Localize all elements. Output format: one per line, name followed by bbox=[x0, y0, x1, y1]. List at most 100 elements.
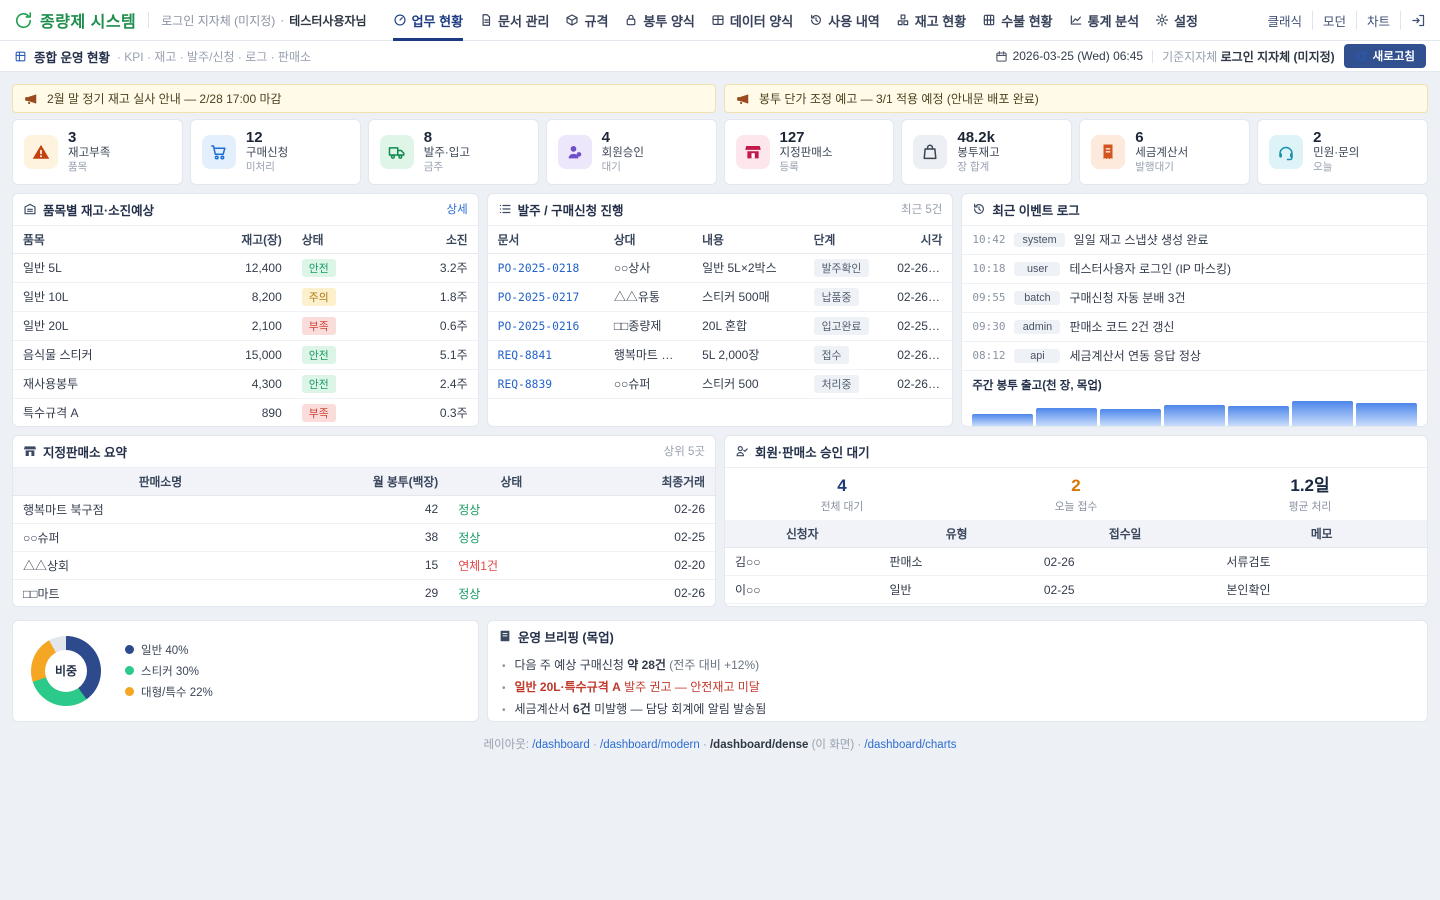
weekly-bar bbox=[1036, 408, 1097, 426]
stores-panel-header: 지정판매소 요약 상위 5곳 bbox=[13, 436, 715, 468]
event-text: 세금계산서 연동 응답 정상 bbox=[1069, 347, 1200, 364]
last-trade-date: 02-25 bbox=[575, 523, 715, 551]
nav-item-수불 현황[interactable]: 수불 현황 bbox=[982, 0, 1052, 41]
nav-item-통계 분석[interactable]: 통계 분석 bbox=[1069, 0, 1139, 41]
nav-item-재고 현황[interactable]: 재고 현황 bbox=[896, 0, 966, 41]
kpi-value: 48.2k bbox=[957, 129, 999, 146]
footer: 레이아웃: /dashboard · /dashboard/modern · /… bbox=[0, 736, 1440, 752]
last-trade-date: 02-26 bbox=[575, 579, 715, 607]
dashboard-page: 종량제 시스템 로그인 지자체 (미지정) · 테스터사용자님 업무 현황문서 … bbox=[0, 0, 1440, 752]
main-menu: 업무 현황 문서 관리 규격 봉투 양식 데이터 양식 사용 내역 재고 현황 수불 현황 통계… bbox=[393, 0, 1198, 41]
legend-label: 일반 40% bbox=[141, 642, 188, 658]
memo: 주소불일치 bbox=[1216, 604, 1427, 607]
store-name: 행복마트 북구점 bbox=[13, 495, 308, 523]
store-status: 정상 bbox=[448, 579, 574, 607]
partner-cell: ○○슈퍼 bbox=[604, 369, 692, 398]
time-cell: 02-26 09:12 bbox=[887, 340, 952, 369]
column-header: 품목 bbox=[13, 226, 190, 254]
kpi-card-봉투재고[interactable]: 48.2k봉투재고장 합계 bbox=[901, 119, 1072, 185]
nav-item-봉투 양식[interactable]: 봉투 양식 bbox=[624, 0, 694, 41]
stores-panel: 지정판매소 요약 상위 5곳 판매소명월 봉투(백장)상태최종거래 행복마트 북… bbox=[12, 435, 716, 607]
footer-layout-link[interactable]: /dashboard/charts bbox=[861, 739, 956, 751]
refresh-label: 새로고침 bbox=[1373, 48, 1415, 64]
document-link[interactable]: REQ-8839 bbox=[498, 378, 552, 391]
document-link[interactable]: PO-2025-0218 bbox=[498, 262, 580, 275]
event-tag-badge: user bbox=[1014, 262, 1060, 276]
kpi-card-구매신청[interactable]: 12구매신청미처리 bbox=[190, 119, 361, 185]
nav-item-업무 현황[interactable]: 업무 현황 bbox=[393, 0, 463, 41]
kpi-card-지정판매소[interactable]: 127지정판매소등록 bbox=[724, 119, 895, 185]
status-badge: 안전 bbox=[302, 375, 336, 393]
divider bbox=[148, 12, 149, 28]
document-link[interactable]: REQ-8841 bbox=[498, 349, 552, 362]
stage-badge: 납품중 bbox=[814, 288, 860, 306]
approval-stat: 4전체 대기 bbox=[725, 476, 959, 514]
event-log-row: 09:30admin판매소 코드 2건 갱신 bbox=[962, 313, 1427, 342]
kpi-card-세금계산서[interactable]: 6세금계산서발행대기 bbox=[1079, 119, 1250, 185]
orders-panel-title: 발주 / 구매신청 진행 bbox=[518, 200, 624, 219]
share-donut-chart: 비중 bbox=[31, 636, 101, 706]
kpi-card-회원승인[interactable]: 4회원승인대기 bbox=[546, 119, 717, 185]
stock-detail-link[interactable]: 상세 bbox=[446, 201, 467, 217]
store-name: □□마트 bbox=[13, 579, 308, 607]
kpi-sublabel: 품목 bbox=[68, 161, 110, 175]
user-icon bbox=[558, 135, 592, 169]
layout-link-차트[interactable]: 차트 bbox=[1357, 11, 1401, 30]
event-tag-badge: system bbox=[1014, 233, 1064, 247]
layout-link-클래식[interactable]: 클래식 bbox=[1257, 11, 1313, 30]
current-datetime: 2026-03-25 (Wed) 06:45 bbox=[995, 49, 1144, 63]
megaphone-icon bbox=[24, 92, 38, 106]
brand[interactable]: 종량제 시스템 bbox=[14, 8, 136, 32]
item-name: 재사용봉투 bbox=[13, 369, 190, 398]
nav-item-문서 관리[interactable]: 문서 관리 bbox=[479, 0, 549, 41]
chart-icon bbox=[1069, 13, 1083, 27]
approval-stat: 1.2일평균 처리 bbox=[1193, 476, 1427, 514]
stores-table-head: 판매소명월 봉투(백장)상태최종거래 bbox=[13, 468, 715, 496]
document-link[interactable]: PO-2025-0217 bbox=[498, 291, 580, 304]
events-panel: 최근 이벤트 로그 10:42system일일 재고 스냅샷 생성 완료10:1… bbox=[961, 193, 1428, 427]
kpi-card-재고부족[interactable]: 3재고부족품목 bbox=[12, 119, 183, 185]
kpi-text: 127지정판매소등록 bbox=[780, 129, 833, 175]
content-cell: 스티커 500매 bbox=[692, 282, 804, 311]
weekly-bar bbox=[1292, 401, 1353, 426]
nav-item-데이터 양식[interactable]: 데이터 양식 bbox=[711, 0, 793, 41]
kpi-sublabel: 발행대기 bbox=[1135, 161, 1188, 175]
nav-item-label: 통계 분석 bbox=[1088, 11, 1139, 30]
clock-icon bbox=[972, 202, 986, 216]
footer-layout-link[interactable]: /dashboard/modern bbox=[597, 739, 700, 751]
applicant-type: 일반 bbox=[879, 576, 1033, 604]
logout-icon[interactable] bbox=[1401, 13, 1426, 28]
notice-text: 봉투 단가 조정 예고 — 3/1 적용 예정 (안내문 배포 완료) bbox=[759, 90, 1039, 107]
table-icon bbox=[711, 13, 725, 27]
received-date: 02-26 bbox=[1034, 548, 1217, 576]
headset-icon bbox=[1269, 135, 1303, 169]
nav-item-label: 문서 관리 bbox=[498, 11, 549, 30]
nav-item-규격[interactable]: 규격 bbox=[565, 0, 608, 41]
notice-text: 2월 말 정기 재고 실사 안내 — 2/28 17:00 마감 bbox=[47, 90, 282, 107]
doc-cell: PO-2025-0216 bbox=[488, 311, 604, 340]
panel-row-1: 품목별 재고·소진예상 상세 품목재고(장)상태소진 일반 5L12,400안전… bbox=[12, 193, 1428, 427]
table-row: ○○슈퍼38정상02-25 bbox=[13, 523, 715, 551]
event-text: 판매소 코드 2건 갱신 bbox=[1069, 318, 1174, 335]
applicant-name: 김○○ bbox=[725, 548, 879, 576]
base-org-value: 로그인 지자체 (미지정) bbox=[1221, 50, 1335, 64]
stock-table-head: 품목재고(장)상태소진 bbox=[13, 226, 478, 254]
kpi-card-발주·입고[interactable]: 8발주·입고금주 bbox=[368, 119, 539, 185]
refresh-button[interactable]: 새로고침 bbox=[1344, 44, 1426, 68]
footer-layout-link[interactable]: /dashboard bbox=[532, 739, 590, 751]
briefing-panel-title: 운영 브리핑 (목업) bbox=[518, 627, 614, 646]
donut-legend: 일반 40%스티커 30%대형/특수 22% bbox=[125, 642, 213, 700]
document-link[interactable]: PO-2025-0216 bbox=[498, 320, 580, 333]
sub-header-right: 2026-03-25 (Wed) 06:45 기준지자체 로그인 지자체 (미지… bbox=[995, 44, 1426, 68]
kpi-card-민원·문의[interactable]: 2민원·문의오늘 bbox=[1257, 119, 1428, 185]
nav-item-설정[interactable]: 설정 bbox=[1155, 0, 1198, 41]
kpi-label: 발주·입고 bbox=[424, 146, 470, 161]
layout-link-모던[interactable]: 모던 bbox=[1313, 11, 1357, 30]
sub-header: 종합 운영 현황 · KPI · 재고 · 발주/신청 · 로그 · 판매소 2… bbox=[0, 41, 1440, 72]
gauge-icon bbox=[393, 13, 407, 27]
footer-layout-link[interactable]: /dashboard/dense bbox=[707, 739, 809, 751]
kpi-label: 구매신청 bbox=[246, 146, 288, 161]
nav-item-사용 내역[interactable]: 사용 내역 bbox=[809, 0, 879, 41]
event-text: 테스터사용자 로그인 (IP 마스킹) bbox=[1069, 260, 1231, 277]
applicant-name: 이○○ bbox=[725, 576, 879, 604]
